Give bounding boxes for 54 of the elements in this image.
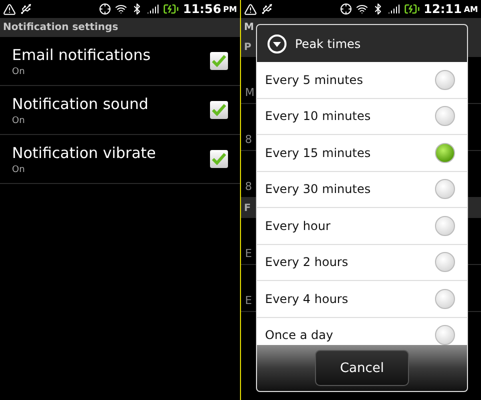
warning-icon xyxy=(244,2,257,16)
setting-summary: 8 xyxy=(245,132,252,146)
setting-summary: 8 xyxy=(245,180,252,192)
warning-icon xyxy=(3,2,16,16)
radio-button[interactable] xyxy=(435,142,455,163)
radio-button[interactable] xyxy=(435,70,455,90)
radio-button[interactable] xyxy=(435,288,455,309)
checkbox[interactable] xyxy=(210,150,228,168)
setting-summary: M xyxy=(245,86,254,98)
option-label: Every 2 hours xyxy=(265,255,350,270)
dialog-title: Peak times xyxy=(295,36,361,50)
setting-summary: E xyxy=(245,294,252,306)
setting-summary: E xyxy=(245,246,252,260)
setting-summary: On xyxy=(12,116,26,126)
option-row[interactable]: Every 2 hours xyxy=(257,244,467,281)
setting-title: Notification sound xyxy=(12,94,150,112)
option-label: Every 15 minutes xyxy=(265,146,372,160)
cancel-button[interactable]: Cancel xyxy=(315,350,409,386)
option-row[interactable]: Every hour xyxy=(257,208,467,244)
option-row[interactable]: Every 10 minutes xyxy=(257,98,467,135)
status-time: 11:56 xyxy=(182,2,222,16)
option-row[interactable]: Every 15 minutes xyxy=(257,135,467,172)
option-label: Every 5 minutes xyxy=(265,72,364,87)
option-label: Every 4 hours xyxy=(265,292,350,306)
option-row[interactable]: Every 30 minutes xyxy=(257,172,467,208)
usb-icon xyxy=(261,3,273,15)
setting-summary: On xyxy=(12,164,26,174)
screen-title: M xyxy=(244,22,254,33)
section-title: F xyxy=(244,202,251,214)
setting-summary: On xyxy=(12,66,26,76)
setting-title: Notification vibrate xyxy=(12,144,157,162)
dropdown-icon xyxy=(267,34,287,54)
option-label: Every hour xyxy=(265,218,332,233)
status-meridiem: AM xyxy=(464,4,478,14)
radio-button[interactable] xyxy=(435,325,455,345)
checkbox[interactable] xyxy=(210,101,228,119)
option-row[interactable]: Every 5 minutes xyxy=(257,62,467,98)
screen-title: Notification settings xyxy=(3,22,118,33)
checkbox[interactable] xyxy=(210,52,228,70)
option-row[interactable]: Every 4 hours xyxy=(257,281,467,318)
radio-button[interactable] xyxy=(435,179,455,200)
setting-title: Email notifications xyxy=(12,46,152,64)
radio-button[interactable] xyxy=(435,216,455,236)
usb-icon xyxy=(20,3,32,15)
section-title: P xyxy=(244,42,252,52)
option-label: Every 10 minutes xyxy=(265,109,372,124)
gps-icon xyxy=(340,3,352,15)
radio-button[interactable] xyxy=(435,252,455,272)
status-meridiem: PM xyxy=(223,4,237,14)
status-time: 12:11 xyxy=(424,2,462,16)
radio-button[interactable] xyxy=(435,106,455,126)
option-label: Once a day xyxy=(265,328,334,342)
gps-icon xyxy=(98,3,111,15)
option-label: Every 30 minutes xyxy=(265,182,372,196)
